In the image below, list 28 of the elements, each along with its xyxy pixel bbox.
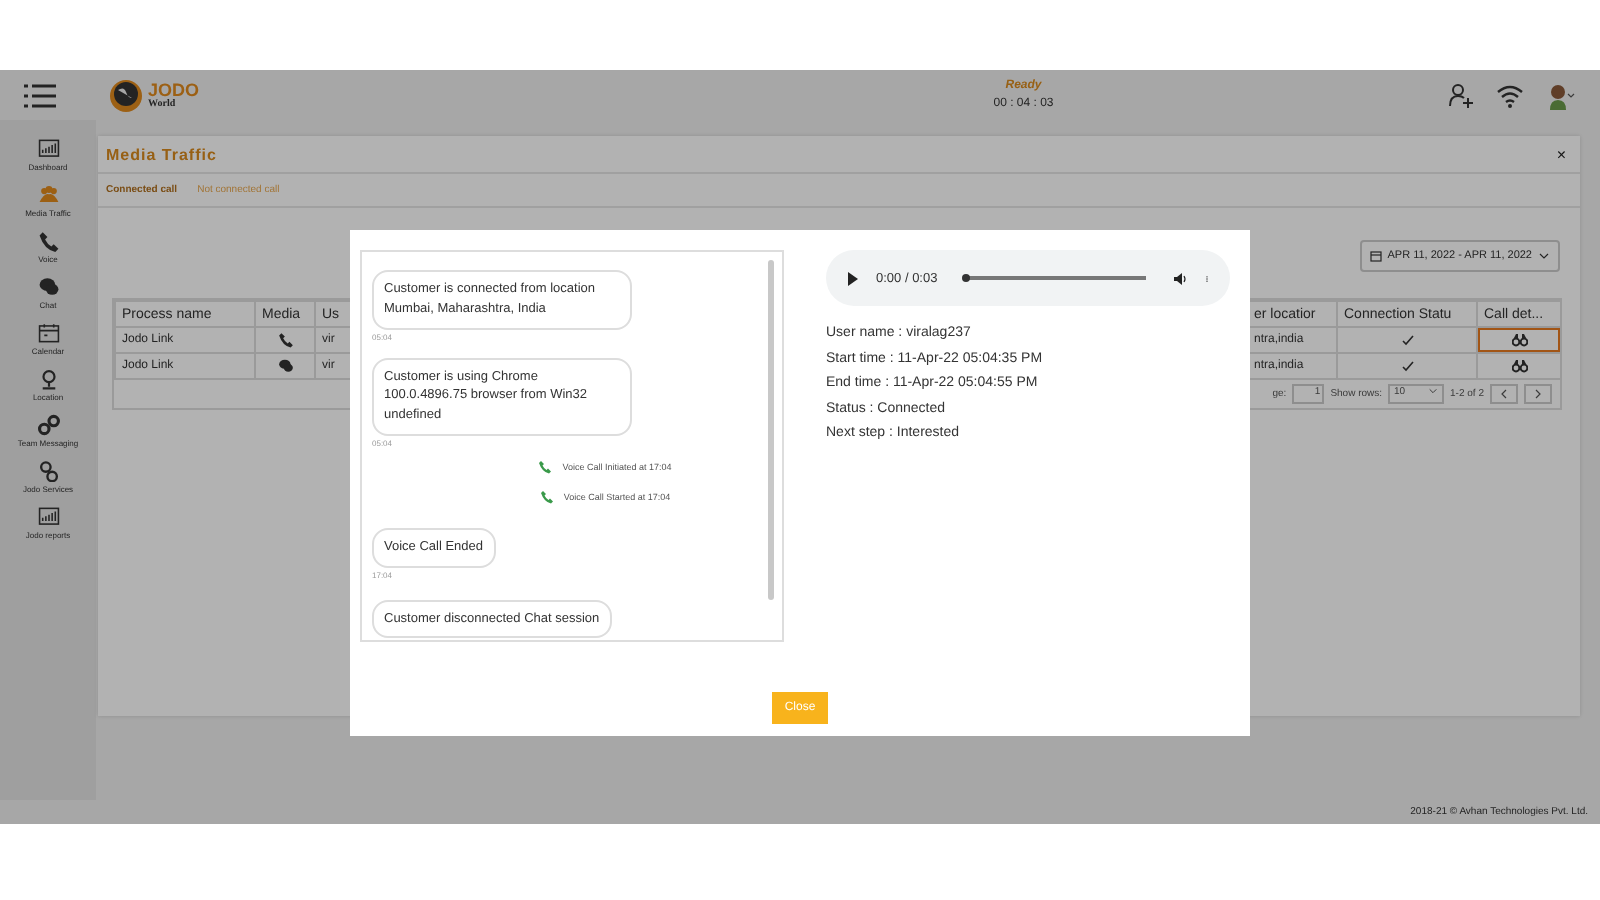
panel-title: Media Traffic [106, 145, 217, 163]
play-icon[interactable] [846, 271, 860, 285]
chart-icon [37, 138, 59, 160]
link-icon [37, 460, 59, 482]
chat-icon [277, 358, 293, 374]
calendar-icon [37, 322, 59, 344]
calendar-icon [1369, 250, 1382, 262]
pin-icon [37, 368, 59, 390]
seek-thumb[interactable] [961, 274, 970, 282]
caret-icon [1428, 386, 1439, 396]
phone-icon [277, 332, 293, 348]
binoculars-icon[interactable] [1511, 332, 1527, 348]
wifi-icon[interactable] [1496, 81, 1524, 109]
binoculars-icon[interactable] [1511, 358, 1527, 374]
chat-icon [37, 276, 59, 298]
close-icon[interactable]: × [1556, 145, 1566, 163]
gears-icon [37, 414, 59, 436]
volume-icon[interactable] [1174, 271, 1188, 285]
phone-icon [37, 230, 59, 252]
globe-icon [108, 77, 144, 113]
menu-icon[interactable] [24, 83, 56, 107]
logo-title: JODO [148, 81, 200, 99]
chart-icon [37, 506, 59, 528]
people-icon [37, 184, 59, 206]
scrollbar[interactable] [768, 260, 774, 600]
add-user-icon[interactable] [1448, 81, 1476, 109]
avatar-icon[interactable] [1544, 81, 1576, 109]
caret-icon [1538, 250, 1550, 262]
